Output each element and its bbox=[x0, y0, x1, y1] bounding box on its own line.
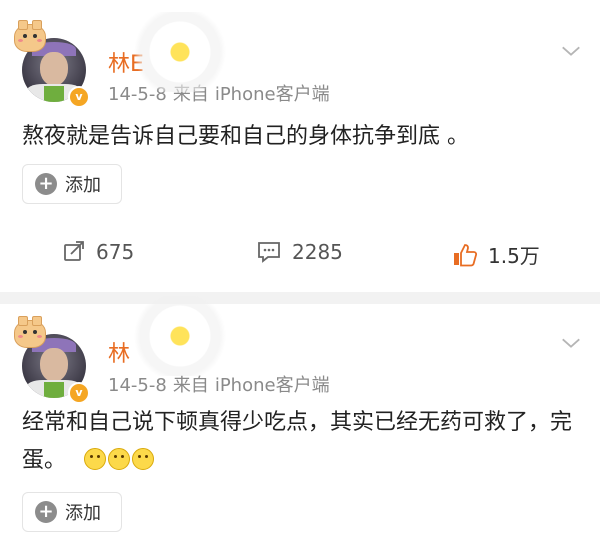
emoji-icon bbox=[108, 448, 131, 470]
flower-sticker-icon bbox=[125, 12, 235, 92]
post-card: v 林E 14-5-8来自iPhone客户端 熬夜就是告诉自己要和自己的身体抗争… bbox=[0, 0, 600, 292]
cat-sticker-icon bbox=[14, 316, 46, 348]
verified-badge-icon: v bbox=[68, 382, 90, 404]
add-label: 添加 bbox=[65, 503, 101, 524]
cat-sticker-icon bbox=[14, 20, 46, 52]
repost-icon bbox=[64, 241, 84, 261]
emoji-icon bbox=[84, 448, 107, 470]
emoji-icon bbox=[132, 448, 155, 470]
repost-count: 675 bbox=[96, 240, 135, 264]
chevron-down-icon[interactable] bbox=[560, 332, 582, 354]
comment-count: 2285 bbox=[292, 240, 343, 264]
comment-button[interactable]: 2285 bbox=[256, 240, 343, 264]
like-button[interactable]: 1.5万 bbox=[452, 240, 540, 269]
post-content: 经常和自己说下顿真得少吃点，其实已经无药可救了，完蛋。 bbox=[22, 404, 580, 480]
post-time: 14-5-8 bbox=[108, 375, 167, 396]
post-source: iPhone客户端 bbox=[214, 375, 330, 396]
post-content: 熬夜就是告诉自己要和自己的身体抗争到底 。 bbox=[22, 124, 469, 149]
post-actions: 675 2285 1.5万 bbox=[0, 226, 600, 286]
plus-circle-icon: + bbox=[35, 173, 57, 195]
flower-sticker-icon bbox=[125, 296, 235, 376]
verified-badge-icon: v bbox=[68, 86, 90, 108]
like-count: 1.5万 bbox=[488, 244, 540, 268]
add-label: 添加 bbox=[65, 175, 101, 196]
post-separator bbox=[0, 292, 600, 304]
emoji-group bbox=[82, 448, 155, 473]
comment-icon bbox=[258, 242, 280, 263]
post-card: v 林 14-5-8 来自 iPhone客户端 经常和自己说下顿真得少吃点，其实已经… bbox=[0, 296, 600, 557]
add-button[interactable]: + 添加 bbox=[22, 164, 122, 204]
thumbs-up-icon bbox=[454, 243, 478, 266]
repost-button[interactable]: 675 bbox=[62, 240, 134, 264]
avatar-wrap[interactable]: v bbox=[14, 316, 98, 404]
chevron-down-icon[interactable] bbox=[560, 40, 582, 62]
add-button[interactable]: + 添加 bbox=[22, 492, 122, 532]
plus-circle-icon: + bbox=[35, 501, 57, 523]
avatar-wrap[interactable]: v bbox=[14, 20, 98, 108]
source-prefix: 来自 bbox=[172, 375, 209, 396]
